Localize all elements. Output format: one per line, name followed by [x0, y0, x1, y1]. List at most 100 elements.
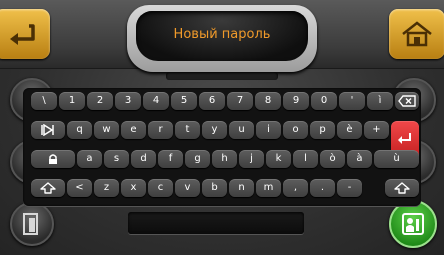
key[interactable]: v: [175, 179, 200, 197]
key[interactable]: 5: [171, 92, 197, 110]
top-slot: [166, 72, 278, 80]
page-title: Новый пароль: [173, 27, 271, 42]
key-label: p: [319, 124, 326, 135]
key[interactable]: è: [337, 121, 362, 139]
key[interactable]: p: [310, 121, 335, 139]
key[interactable]: ì: [367, 92, 393, 110]
home-button[interactable]: [389, 9, 444, 59]
shift-left-key[interactable]: [31, 179, 65, 197]
key[interactable]: -: [337, 179, 362, 197]
key[interactable]: ': [339, 92, 365, 110]
key-label: f: [168, 153, 173, 164]
confirm-person-icon: [402, 213, 424, 235]
key[interactable]: 8: [255, 92, 281, 110]
key[interactable]: s: [104, 150, 129, 168]
key-label: 5: [180, 95, 188, 106]
key-label: y: [211, 124, 218, 135]
key[interactable]: c: [148, 179, 173, 197]
key-label: z: [103, 182, 110, 193]
key-label: 8: [264, 95, 272, 106]
key-label: a: [86, 153, 93, 164]
key[interactable]: n: [229, 179, 254, 197]
key-label: m: [263, 182, 274, 193]
key[interactable]: h: [212, 150, 237, 168]
key-label: g: [194, 153, 201, 164]
key[interactable]: z: [94, 179, 119, 197]
key[interactable]: e: [121, 121, 146, 139]
title-display: Новый пароль: [136, 11, 308, 61]
key[interactable]: k: [266, 150, 291, 168]
key[interactable]: 3: [115, 92, 141, 110]
key-label: x: [130, 182, 137, 193]
confirm-button[interactable]: [389, 200, 437, 248]
key-label: t: [185, 124, 190, 135]
key[interactable]: f: [158, 150, 183, 168]
key-label: ù: [393, 153, 400, 164]
key-label: ì: [378, 95, 382, 106]
key[interactable]: r: [148, 121, 173, 139]
key[interactable]: w: [94, 121, 119, 139]
key-label: e: [130, 124, 137, 135]
key[interactable]: 0: [311, 92, 337, 110]
key-label: 0: [320, 95, 328, 106]
key[interactable]: <: [67, 179, 92, 197]
key[interactable]: +: [364, 121, 389, 139]
key-label: -: [347, 182, 352, 193]
key[interactable]: 1: [59, 92, 85, 110]
key[interactable]: 7: [227, 92, 253, 110]
key-label: 3: [124, 95, 132, 106]
key[interactable]: ò: [320, 150, 345, 168]
key[interactable]: \: [31, 92, 57, 110]
key[interactable]: à: [347, 150, 372, 168]
key-label: h: [221, 153, 228, 164]
key-label: u: [238, 124, 245, 135]
exit-door-icon: [23, 213, 38, 235]
key-label: c: [157, 182, 164, 193]
key[interactable]: a: [77, 150, 102, 168]
key-label: +: [372, 124, 381, 135]
backspace-key[interactable]: [395, 92, 419, 110]
back-button[interactable]: [0, 9, 50, 59]
shift-arrow-icon: [394, 182, 410, 194]
tab-key[interactable]: [31, 121, 65, 139]
key[interactable]: ù: [374, 150, 419, 168]
on-screen-keyboard: \ 1 2 3 4 5 6 7 8 9 0 ' ì q w e r t y u …: [23, 88, 421, 206]
key[interactable]: g: [185, 150, 210, 168]
back-arrow-icon: [10, 24, 35, 45]
key[interactable]: u: [229, 121, 254, 139]
key[interactable]: .: [310, 179, 335, 197]
home-icon: [402, 21, 432, 47]
key-label: .: [320, 182, 325, 193]
key[interactable]: 4: [143, 92, 169, 110]
key[interactable]: t: [175, 121, 200, 139]
key-label: è: [346, 124, 353, 135]
key[interactable]: l: [293, 150, 318, 168]
key[interactable]: b: [202, 179, 227, 197]
key-label: ,: [293, 182, 298, 193]
key[interactable]: x: [121, 179, 146, 197]
key-label: q: [76, 124, 83, 135]
key[interactable]: y: [202, 121, 227, 139]
key[interactable]: j: [239, 150, 264, 168]
key[interactable]: 6: [199, 92, 225, 110]
key[interactable]: q: [67, 121, 92, 139]
key-label: j: [250, 153, 253, 164]
enter-icon: [398, 133, 411, 144]
key[interactable]: d: [131, 150, 156, 168]
exit-button[interactable]: [10, 202, 54, 246]
key[interactable]: o: [283, 121, 308, 139]
key[interactable]: 2: [87, 92, 113, 110]
key[interactable]: ,: [283, 179, 308, 197]
key[interactable]: 9: [283, 92, 309, 110]
title-frame: Новый пароль: [127, 5, 317, 72]
key[interactable]: m: [256, 179, 281, 197]
key-label: \: [42, 95, 46, 106]
key-label: ò: [329, 153, 336, 164]
tab-icon: [41, 124, 54, 136]
backspace-icon: [398, 95, 416, 107]
key-label: 4: [152, 95, 160, 106]
caps-lock-key[interactable]: [31, 150, 75, 168]
key[interactable]: i: [256, 121, 281, 139]
key-label: <: [75, 182, 84, 193]
shift-right-key[interactable]: [385, 179, 419, 197]
